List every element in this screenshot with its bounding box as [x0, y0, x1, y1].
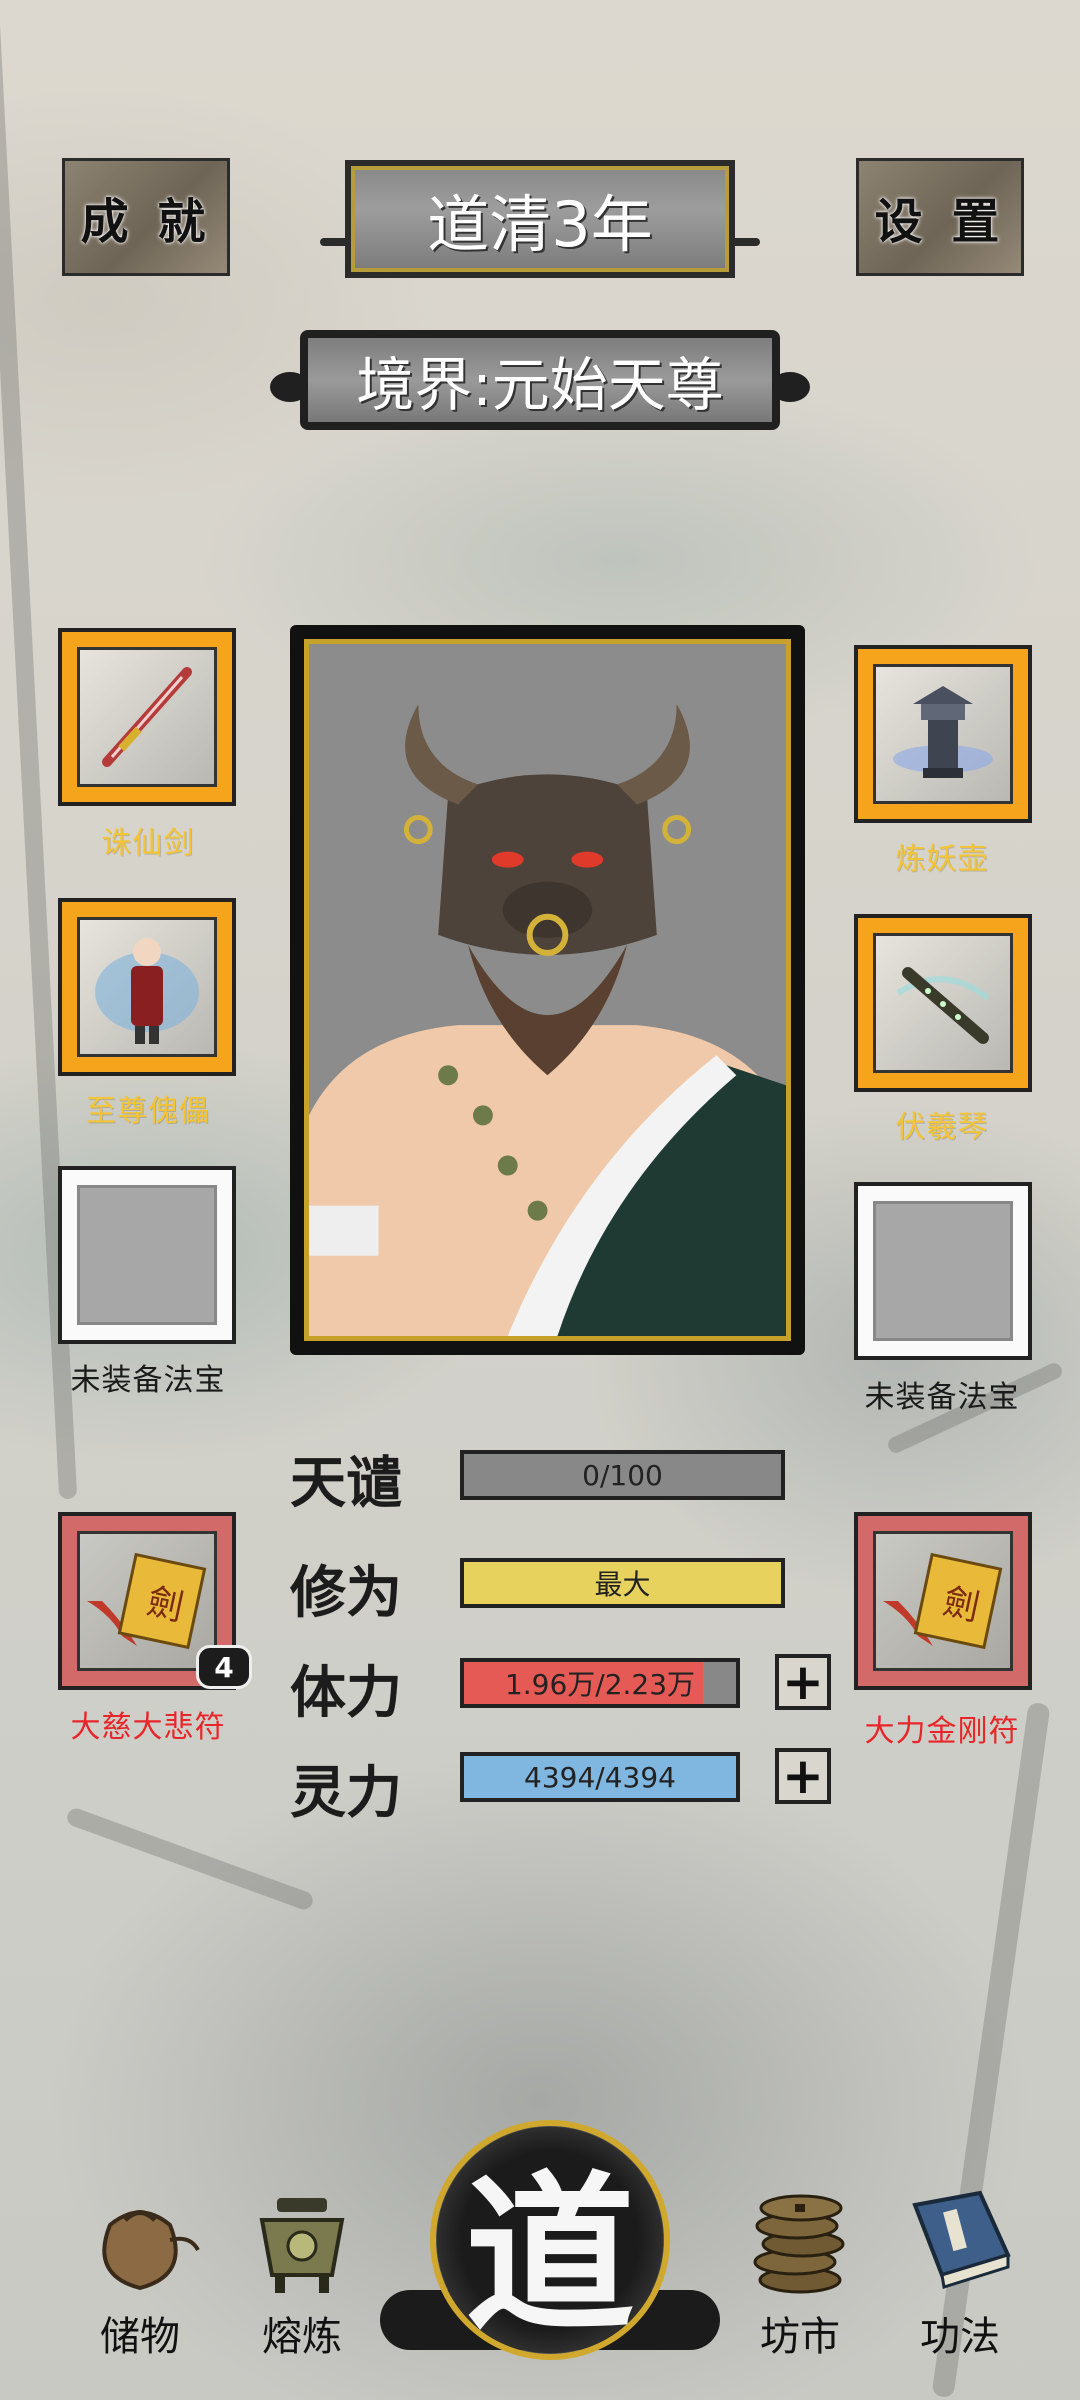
equip-slot-right-3-empty[interactable] — [854, 1182, 1032, 1360]
dao-main-button[interactable]: 道 — [430, 2120, 670, 2360]
settings-label: 设 置 — [874, 194, 1006, 250]
realm-title: 境界:元始天尊 — [356, 351, 724, 419]
sword-icon — [102, 667, 192, 767]
nav-market-label: 坊市 — [760, 2314, 840, 2360]
furnace-icon — [259, 2198, 345, 2293]
tili-value: 1.96万/2.23万 — [504, 1668, 696, 1701]
nav-skills[interactable]: 功法 — [890, 2185, 1030, 2362]
talisman-icon: 劍 — [87, 1552, 207, 1650]
slot-label: 至尊傀儡 — [86, 1094, 210, 1129]
achievements-label: 成 就 — [80, 194, 212, 250]
equip-slot-left-2[interactable] — [58, 898, 236, 1076]
stat-label-tili: 体力 — [290, 1660, 402, 1726]
add-lingli-button[interactable]: + — [775, 1748, 831, 1804]
year-title: 道清3年 — [427, 188, 653, 261]
slot-label: 诛仙剑 — [101, 826, 195, 861]
equip-slot-left-1[interactable] — [58, 628, 236, 806]
equip-slot-left-3-empty[interactable] — [58, 1166, 236, 1344]
xiuwei-value: 最大 — [594, 1568, 651, 1601]
talisman-icon: 劍 — [883, 1552, 1003, 1650]
flute-icon — [896, 967, 990, 1044]
bull-demon-character-image — [309, 704, 786, 1336]
stat-label-tianqian: 天谴 — [290, 1450, 402, 1516]
character-portrait-frame — [290, 625, 805, 1355]
nav-skills-label: 功法 — [920, 2314, 1000, 2360]
lingli-bar: 4394/4394 — [460, 1752, 740, 1802]
talisman-slot-right[interactable]: 劍 — [854, 1512, 1032, 1690]
tianqian-value: 0/100 — [582, 1458, 663, 1492]
stat-label-xiuwei: 修为 — [290, 1560, 402, 1626]
cauldron-icon — [893, 686, 993, 778]
achievements-button[interactable]: 成 就 — [62, 158, 230, 276]
slot-label: 大慈大悲符 — [70, 1710, 226, 1745]
slot-label: 炼妖壶 — [895, 842, 989, 877]
lingli-value: 4394/4394 — [524, 1760, 676, 1794]
slot-label: 伏羲琴 — [895, 1110, 989, 1145]
nav-storage-label: 储物 — [100, 2314, 180, 2360]
equip-slot-right-1[interactable] — [854, 645, 1032, 823]
year-title-plaque: 道清3年 — [345, 160, 735, 278]
character-portrait — [304, 639, 791, 1341]
nav-market[interactable]: 坊市 — [730, 2180, 870, 2362]
slot-label: 未装备法宝 — [864, 1380, 1020, 1415]
add-tili-button[interactable]: + — [775, 1654, 831, 1710]
settings-button[interactable]: 设 置 — [856, 158, 1024, 276]
realm-plaque: 境界:元始天尊 — [300, 330, 780, 430]
bag-icon — [102, 2210, 200, 2291]
nav-smelt[interactable]: 熔炼 — [232, 2190, 372, 2362]
stat-label-lingli: 灵力 — [290, 1760, 402, 1826]
book-icon — [912, 2190, 1011, 2289]
tili-bar: 1.96万/2.23万 — [460, 1658, 740, 1708]
puppet-icon — [95, 938, 199, 1044]
nav-storage[interactable]: 储物 — [70, 2180, 210, 2362]
slot-label: 大力金刚符 — [864, 1714, 1020, 1749]
coins-icon — [753, 2194, 845, 2294]
equip-slot-right-2[interactable] — [854, 914, 1032, 1092]
xiuwei-bar: 最大 — [460, 1558, 785, 1608]
dao-label: 道 — [464, 2155, 635, 2355]
talisman-count-badge: 4 — [196, 1645, 252, 1689]
slot-label: 未装备法宝 — [70, 1363, 226, 1398]
nav-smelt-label: 熔炼 — [262, 2314, 342, 2360]
tianqian-bar: 0/100 — [460, 1450, 785, 1500]
